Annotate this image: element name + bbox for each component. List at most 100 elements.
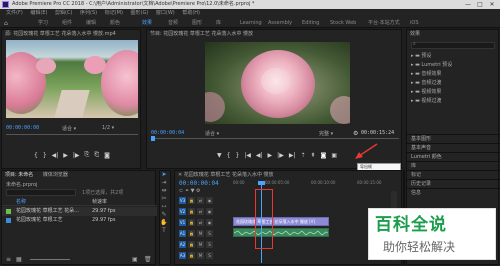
- list-view-icon[interactable]: ≡: [6, 256, 11, 263]
- mark-out-icon[interactable]: }: [43, 152, 47, 159]
- play-icon[interactable]: ▶: [268, 152, 273, 159]
- add-marker-icon[interactable]: ▼: [191, 188, 195, 194]
- effects-item-presets[interactable]: ▸ ▬ 预设: [407, 52, 500, 61]
- source-fit-dropdown[interactable]: 适合 ▾: [62, 125, 76, 132]
- sequence-tab[interactable]: ✕ 花园玫瑰花 草根工艺 花朵落入水中 慢放: [175, 171, 401, 179]
- trash-icon[interactable]: 🗑: [144, 256, 152, 263]
- timeline-timecode[interactable]: 00:00:00:04: [179, 180, 219, 187]
- comparison-icon[interactable]: ▣: [331, 152, 337, 159]
- insert-icon[interactable]: ⎘: [85, 151, 90, 159]
- col-name[interactable]: 名称: [16, 198, 26, 206]
- project-tab[interactable]: 项目: 未命名: [5, 172, 33, 178]
- eye-icon[interactable]: ◉: [206, 197, 213, 204]
- workspace-edit[interactable]: 编辑: [86, 19, 96, 27]
- track-target[interactable]: A1: [179, 230, 186, 237]
- panel-history[interactable]: 历史记录: [407, 179, 500, 188]
- marker-icon[interactable]: ▼: [217, 152, 222, 159]
- settings-icon[interactable]: ⚙: [196, 188, 200, 194]
- track-target[interactable]: A3: [179, 252, 186, 259]
- workspace-audio[interactable]: 音频: [168, 19, 178, 27]
- program-quality-dropdown[interactable]: 完整 ▾: [319, 130, 333, 137]
- lock-icon[interactable]: 🔒: [188, 208, 195, 215]
- menu-markers[interactable]: 标记(M): [105, 10, 123, 16]
- effects-search-input[interactable]: ⌕: [411, 41, 495, 49]
- program-scrubber[interactable]: [151, 138, 399, 139]
- snap-icon[interactable]: ⊂: [179, 188, 183, 194]
- panel-essential-sound[interactable]: 基本声音: [407, 143, 500, 152]
- effects-item-video-transitions[interactable]: ▸ ▬ 视频过渡: [407, 97, 500, 106]
- effects-item-audio-effects[interactable]: ▸ ▬ 音频效果: [407, 70, 500, 79]
- menu-sequence[interactable]: 序列(S): [80, 10, 97, 16]
- lock-icon[interactable]: 🔒: [188, 252, 195, 259]
- panel-markers[interactable]: 标记: [407, 170, 500, 179]
- source-monitor-tab[interactable]: 源: 花园玫瑰花 草根工艺 花朵落入水中 慢放.mp4: [2, 30, 140, 38]
- mark-in-icon[interactable]: {: [34, 152, 38, 159]
- effects-item-video-effects[interactable]: ▸ ▬ 视频效果: [407, 88, 500, 97]
- linked-icon[interactable]: ⚭: [185, 188, 189, 194]
- program-monitor-tab[interactable]: 节目: 花园玫瑰花 草根工艺 花朵落入水中 慢放: [147, 30, 401, 38]
- new-item-icon[interactable]: ▣: [132, 256, 138, 263]
- panel-essential-graphics[interactable]: 基本图形: [407, 134, 500, 143]
- workspace-learn[interactable]: 学习: [38, 19, 48, 27]
- col-fps[interactable]: 帧速率: [92, 198, 107, 206]
- eye-icon[interactable]: ◉: [206, 208, 213, 215]
- list-item[interactable]: 花园玫瑰花 草根工艺 29.97 fps: [2, 216, 157, 225]
- lock-icon[interactable]: 🔒: [188, 197, 195, 204]
- workspace-editing[interactable]: Editing: [302, 19, 319, 27]
- program-timecode[interactable]: 00:00:00:04: [151, 130, 184, 136]
- step-back-icon[interactable]: ◀|: [52, 152, 59, 159]
- mark-in-icon[interactable]: {: [227, 152, 231, 159]
- type-tool-icon[interactable]: T: [160, 227, 168, 235]
- icon-view-icon[interactable]: ▦: [16, 256, 22, 263]
- step-back-icon[interactable]: ◀|: [256, 152, 263, 159]
- workspace-libraries[interactable]: 库: [216, 19, 221, 27]
- wrench-icon[interactable]: ⚙: [353, 130, 358, 137]
- zoom-slider[interactable]: [30, 259, 70, 260]
- sync-icon[interactable]: ⇄: [197, 197, 204, 204]
- close-button[interactable]: ✕: [486, 0, 498, 9]
- track-target[interactable]: V1: [179, 219, 186, 226]
- go-to-in-icon[interactable]: |◀: [244, 152, 251, 159]
- media-browser-tab[interactable]: 媒体浏览器: [43, 172, 68, 178]
- effects-item-audio-transitions[interactable]: ▸ ▬ 音频过渡: [407, 79, 500, 88]
- effects-tab[interactable]: 效果: [407, 30, 498, 38]
- effects-item-lumetri-presets[interactable]: ▸ ▬ Lumetri 预设: [407, 61, 500, 70]
- pen-tool-icon[interactable]: ✎: [160, 211, 168, 219]
- solo-icon[interactable]: S: [206, 252, 213, 259]
- workspace-platform[interactable]: 平台·本站方式: [368, 19, 400, 27]
- eye-icon[interactable]: ◉: [206, 219, 213, 226]
- lock-icon[interactable]: 🔒: [188, 230, 195, 237]
- workspace-assembly[interactable]: 组件: [62, 19, 72, 27]
- project-search-input[interactable]: [6, 189, 76, 196]
- solo-icon[interactable]: S: [206, 230, 213, 237]
- panel-libraries[interactable]: 库: [407, 161, 500, 170]
- mute-icon[interactable]: M: [197, 230, 204, 237]
- mute-icon[interactable]: M: [197, 241, 204, 248]
- track-select-icon[interactable]: ⇥: [160, 179, 168, 187]
- source-scrubber[interactable]: [6, 134, 138, 135]
- extract-icon[interactable]: ⇞: [310, 152, 315, 159]
- menu-edit[interactable]: 编辑(E): [30, 10, 47, 16]
- lock-icon[interactable]: 🔒: [188, 219, 195, 226]
- audio-clip[interactable]: [233, 228, 329, 237]
- lock-icon[interactable]: 🔒: [188, 241, 195, 248]
- workspace-effects[interactable]: 效果: [142, 19, 152, 27]
- solo-icon[interactable]: S: [206, 241, 213, 248]
- overwrite-icon[interactable]: ⎗: [94, 151, 99, 159]
- menu-file[interactable]: 文件(F): [6, 10, 23, 16]
- panel-info[interactable]: 信息: [407, 188, 500, 197]
- program-playhead[interactable]: [151, 136, 155, 141]
- source-timecode[interactable]: 00:00:00:00: [6, 125, 39, 131]
- hand-tool-icon[interactable]: ✋: [160, 219, 168, 227]
- playhead-handle[interactable]: [258, 181, 265, 185]
- export-frame-icon[interactable]: ◙: [321, 152, 327, 159]
- list-item[interactable]: 花园玫瑰花 草根工艺 花朵... 29.97 fps: [2, 207, 157, 216]
- video-clip[interactable]: 花园玫瑰花 草根工艺 花朵落入水中 慢放 [V]: [233, 217, 329, 226]
- workspace-assembly-en[interactable]: Assembly: [268, 19, 292, 27]
- maximize-button[interactable]: □: [474, 0, 486, 9]
- menu-help[interactable]: 帮助(H): [182, 10, 200, 16]
- step-forward-icon[interactable]: |▶: [73, 152, 80, 159]
- selection-tool-icon[interactable]: ➤: [160, 171, 168, 179]
- sync-icon[interactable]: ⇄: [197, 208, 204, 215]
- workspace-color[interactable]: 颜色: [110, 19, 120, 27]
